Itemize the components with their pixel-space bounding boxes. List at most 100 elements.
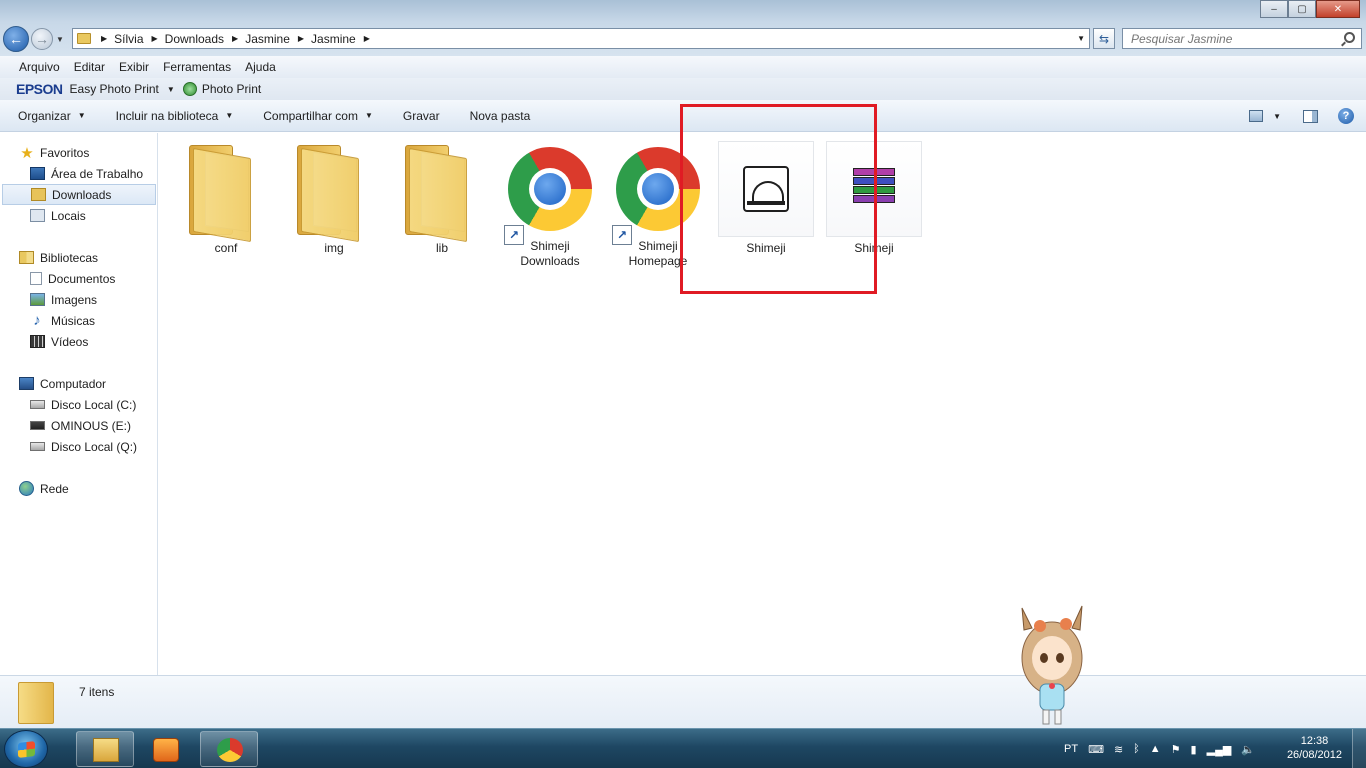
volume-icon[interactable]: 🔈 — [1241, 743, 1255, 756]
menu-arquivo[interactable]: Arquivo — [19, 60, 60, 74]
clock-date: 26/08/2012 — [1286, 749, 1342, 761]
photo-print-button[interactable]: Photo Print — [202, 82, 261, 96]
easy-photo-print-button[interactable]: Easy Photo Print — [70, 82, 159, 96]
file-item-conf[interactable]: conf — [176, 141, 276, 256]
organize-button[interactable]: Organizar ▼ — [18, 109, 86, 123]
breadcrumb-item[interactable]: Sílvia — [114, 32, 143, 46]
show-desktop-button[interactable] — [1352, 729, 1366, 768]
address-dropdown[interactable]: ▼ — [1077, 34, 1085, 43]
file-item-shimeji-homepage[interactable]: ↗ Shimeji Homepage — [608, 139, 708, 269]
address-bar[interactable]: ▶ Sílvia ▶ Downloads ▶ Jasmine ▶ Jasmine… — [72, 28, 1090, 49]
menu-ferramentas[interactable]: Ferramentas — [163, 60, 231, 74]
sidebar-item-label: OMINOUS (E:) — [51, 418, 131, 433]
breadcrumb-item[interactable]: Downloads — [165, 32, 224, 46]
sidebar-item-places[interactable]: Locais — [30, 205, 86, 226]
wifi-icon[interactable]: ≋ — [1114, 743, 1123, 756]
sidebar-item-downloads[interactable]: Downloads — [2, 184, 156, 205]
sidebar-item-disk-e[interactable]: OMINOUS (E:) — [30, 415, 131, 436]
sidebar-item-disk-c[interactable]: Disco Local (C:) — [30, 394, 136, 415]
chevron-right-icon[interactable]: ▶ — [101, 34, 107, 43]
chevron-right-icon[interactable]: ▶ — [232, 34, 238, 43]
preview-pane-icon[interactable] — [1303, 109, 1318, 123]
removable-drive-icon — [30, 421, 45, 430]
help-icon[interactable]: ? — [1338, 108, 1354, 124]
menu-ajuda[interactable]: Ajuda — [245, 60, 276, 74]
search-box[interactable] — [1122, 28, 1362, 49]
chevron-right-icon[interactable]: ▶ — [364, 34, 370, 43]
bluetooth-icon[interactable]: ᛒ — [1133, 743, 1140, 755]
clock[interactable]: 12:38 26/08/2012 — [1287, 734, 1342, 762]
taskbar-media-player[interactable] — [136, 731, 194, 767]
epson-toolbar: EPSON Easy Photo Print ▼ Photo Print — [0, 78, 1366, 100]
shortcut-arrow-icon: ↗ — [612, 225, 632, 245]
show-hidden-icons[interactable]: ▲ — [1150, 743, 1161, 755]
file-item-shimeji-app[interactable]: Shimeji — [716, 141, 816, 256]
file-item-img[interactable]: img — [284, 141, 384, 256]
sidebar-computer-label: Computador — [40, 376, 107, 391]
sidebar-libraries[interactable]: Bibliotecas — [19, 247, 98, 268]
downloads-folder-icon — [31, 188, 46, 201]
taskbar: PT ⌨ ≋ ᛒ ▲ ⚑ ▮ ▂▄▆ 🔈 12:38 26/08/2012 — [0, 728, 1366, 768]
item-count: 7 itens — [79, 685, 115, 699]
share-with-button[interactable]: Compartilhar com ▼ — [263, 109, 373, 123]
sidebar-item-disk-q[interactable]: Disco Local (Q:) — [30, 436, 137, 457]
chevron-right-icon[interactable]: ▶ — [152, 34, 158, 43]
start-button[interactable] — [4, 730, 48, 768]
share-with-label: Compartilhar com — [263, 108, 358, 123]
language-indicator[interactable]: PT — [1064, 743, 1078, 755]
sidebar-item-label: Imagens — [51, 292, 98, 307]
file-item-shimeji-downloads[interactable]: ↗ Shimeji Downloads — [500, 139, 600, 269]
menu-editar[interactable]: Editar — [74, 60, 105, 74]
minimize-button[interactable]: ‒ — [1260, 0, 1288, 18]
sidebar-favorites[interactable]: ★ Favoritos — [19, 142, 89, 163]
sidebar-network[interactable]: Rede — [19, 478, 69, 499]
sidebar-computer[interactable]: Computador — [19, 373, 106, 394]
sidebar-item-desktop[interactable]: Área de Trabalho — [30, 163, 143, 184]
chevron-down-icon[interactable]: ▼ — [1273, 112, 1281, 121]
organize-label: Organizar — [18, 108, 71, 123]
breadcrumb-item[interactable]: Jasmine — [311, 32, 356, 46]
close-button[interactable]: ✕ — [1316, 0, 1360, 18]
sidebar-item-images[interactable]: Imagens — [30, 289, 97, 310]
refresh-button[interactable]: ⇆ — [1093, 28, 1115, 49]
sidebar-favorites-label: Favoritos — [40, 145, 90, 160]
back-button[interactable]: ← — [3, 26, 29, 52]
flag-icon[interactable]: ⚑ — [1171, 743, 1181, 756]
keyboard-icon[interactable]: ⌨ — [1088, 743, 1104, 756]
chevron-right-icon[interactable]: ▶ — [298, 34, 304, 43]
folder-icon — [77, 33, 91, 44]
shimeji-mascot[interactable] — [1014, 600, 1090, 728]
sidebar-item-music[interactable]: ♪ Músicas — [30, 310, 95, 331]
maximize-button[interactable]: ▢ — [1288, 0, 1316, 18]
search-input[interactable] — [1131, 31, 1331, 46]
sidebar-item-label: Área de Trabalho — [51, 166, 144, 181]
breadcrumb-item[interactable]: Jasmine — [245, 32, 290, 46]
sidebar-item-label: Vídeos — [51, 334, 89, 349]
sidebar-item-documents[interactable]: Documentos — [30, 268, 115, 289]
file-item-lib[interactable]: lib — [392, 141, 492, 256]
burn-button[interactable]: Gravar — [403, 109, 440, 123]
view-options: ▼ ? — [1249, 108, 1354, 124]
sidebar-item-label: Downloads — [52, 187, 112, 202]
new-folder-button[interactable]: Nova pasta — [470, 109, 531, 123]
search-icon[interactable] — [1344, 32, 1355, 43]
chrome-icon — [217, 738, 243, 762]
folder-icon — [18, 682, 54, 724]
menu-exibir[interactable]: Exibir — [119, 60, 149, 74]
taskbar-chrome[interactable] — [200, 731, 258, 767]
refresh-icon: ⇆ — [1098, 31, 1110, 46]
file-item-shimeji-rar[interactable]: Shimeji — [824, 141, 924, 256]
title-bar: ‒ ▢ ✕ ← → ▼ ▶ Sílvia ▶ Downloads ▶ Jasmi… — [0, 0, 1366, 56]
battery-icon[interactable]: ▮ — [1191, 743, 1197, 756]
taskbar-explorer[interactable] — [76, 731, 134, 767]
photo-print-icon — [182, 82, 197, 96]
chevron-down-icon[interactable]: ▼ — [167, 85, 175, 94]
signal-icon[interactable]: ▂▄▆ — [1207, 743, 1232, 756]
change-view-icon[interactable] — [1249, 110, 1264, 122]
folder-icon — [93, 738, 119, 762]
forward-button[interactable]: → — [31, 28, 53, 50]
sidebar-libraries-label: Bibliotecas — [40, 250, 99, 265]
recent-pages-dropdown[interactable]: ▼ — [56, 35, 64, 44]
sidebar-item-videos[interactable]: Vídeos — [30, 331, 88, 352]
include-library-button[interactable]: Incluir na biblioteca ▼ — [116, 109, 234, 123]
